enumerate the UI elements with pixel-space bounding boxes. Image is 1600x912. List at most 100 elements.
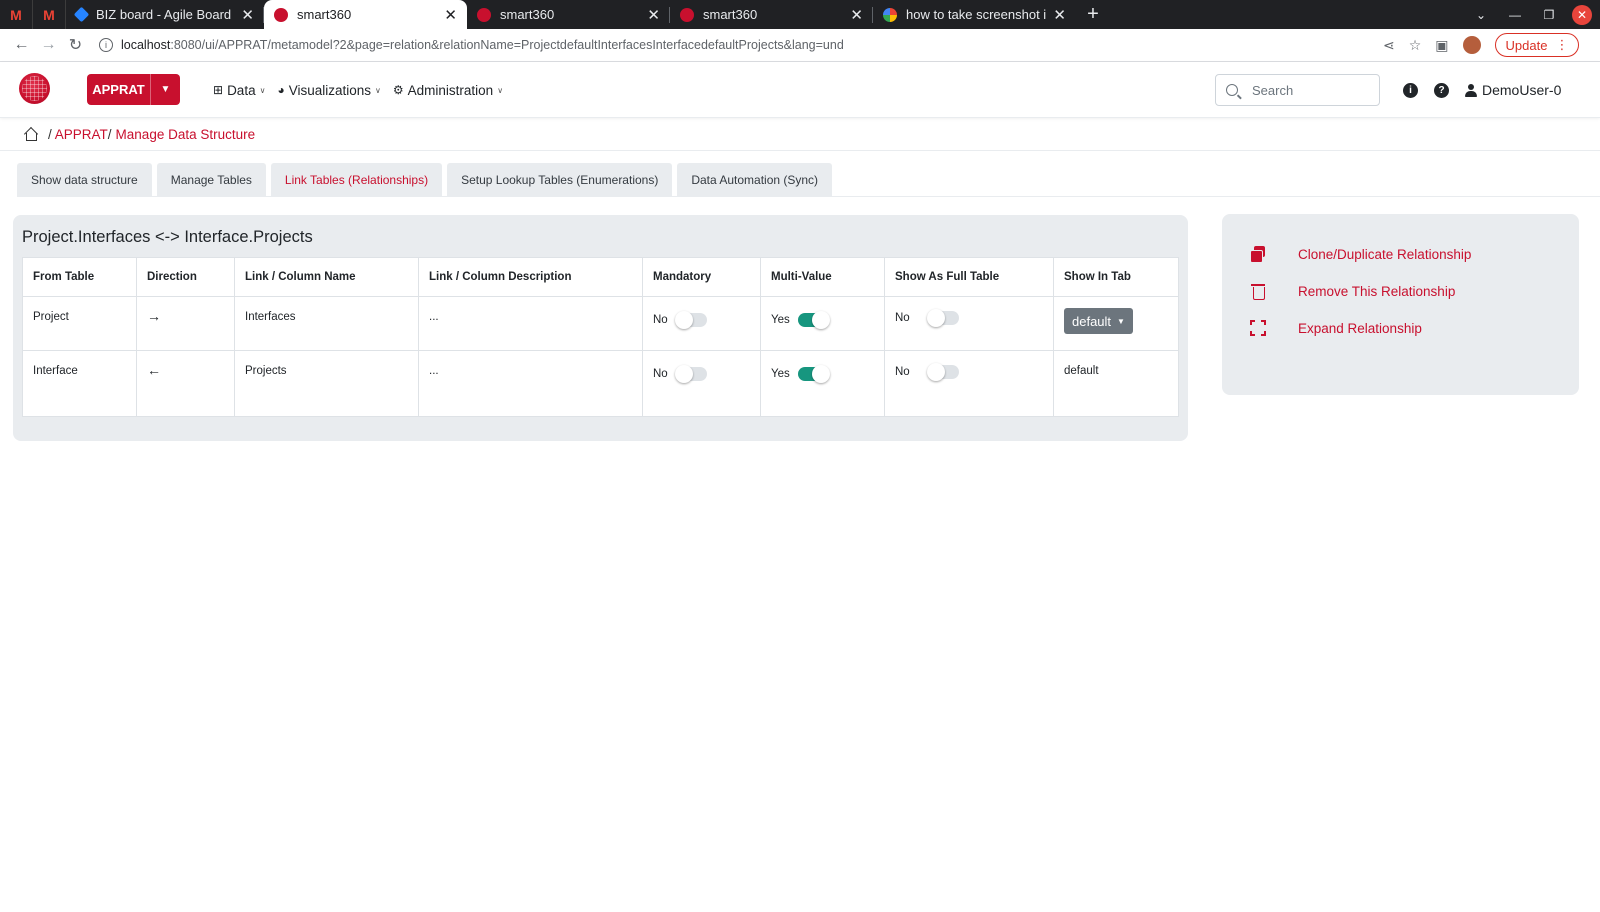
browser-tab-jira[interactable]: BIZ board - Agile Board - J ✕: [66, 0, 264, 29]
share-icon[interactable]: ⋖: [1383, 37, 1395, 54]
restore-icon[interactable]: ❐: [1532, 0, 1566, 29]
trash-icon: [1250, 283, 1266, 300]
dropdown-value: default: [1072, 313, 1112, 329]
app-switcher-button[interactable]: APPRAT ▼: [87, 74, 180, 105]
column-header: Link / Column Description: [418, 257, 643, 297]
chevron-down-icon: ∨: [497, 85, 504, 95]
link-name-cell[interactable]: Projects: [234, 350, 419, 417]
show-in-tab-cell: default: [1053, 350, 1179, 417]
browser-tab-strip: M M BIZ board - Agile Board - J ✕ smart3…: [0, 0, 1600, 29]
profile-avatar[interactable]: [1462, 36, 1481, 54]
info-icon[interactable]: i: [1403, 82, 1418, 98]
from-table-cell: Project: [22, 296, 137, 351]
table-header-row: From Table Direction Link / Column Name …: [22, 257, 1179, 297]
toggle-switch[interactable]: [797, 311, 830, 329]
table-row: Interface ← Projects ... No Yes No defau…: [22, 350, 1179, 417]
column-header: Mandatory: [642, 257, 761, 297]
clone-icon: [1250, 246, 1266, 263]
side-panel-icon[interactable]: ▣: [1435, 37, 1448, 54]
tab-show-data-structure[interactable]: Show data structure: [17, 163, 152, 196]
full-table-toggle[interactable]: No: [895, 309, 959, 327]
toggle-switch[interactable]: [926, 363, 959, 381]
link-description-cell[interactable]: ...: [418, 296, 643, 351]
menu-label: Data: [227, 82, 256, 98]
gmail-pinned-tab-2[interactable]: M: [33, 0, 66, 29]
close-icon[interactable]: ✕: [647, 6, 660, 24]
toggle-switch[interactable]: [674, 365, 707, 383]
kebab-menu-icon: ⋮: [1555, 37, 1569, 52]
tab-link-tables[interactable]: Link Tables (Relationships): [270, 163, 443, 196]
window-controls: ⌄ — ❐ ✕: [1464, 0, 1600, 29]
chevron-down-icon[interactable]: ▼: [150, 74, 180, 105]
remove-relationship-action[interactable]: Remove This Relationship: [1250, 283, 1456, 300]
search-input[interactable]: [1252, 82, 1362, 98]
tab-setup-lookup-tables[interactable]: Setup Lookup Tables (Enumerations): [447, 163, 673, 196]
toggle-switch[interactable]: [797, 365, 830, 383]
update-button[interactable]: Update ⋮: [1494, 33, 1580, 57]
browser-tab-smart360-active[interactable]: smart360 ✕: [264, 0, 467, 29]
mandatory-toggle[interactable]: No: [653, 365, 707, 383]
relationship-card: Project.Interfaces <-> Interface.Project…: [13, 215, 1188, 441]
clone-relationship-action[interactable]: Clone/Duplicate Relationship: [1250, 246, 1471, 263]
smart360-logo[interactable]: [19, 73, 50, 104]
close-icon[interactable]: ✕: [444, 6, 457, 24]
browser-tab-google[interactable]: how to take screenshot in ✕: [873, 0, 1076, 29]
close-icon[interactable]: ✕: [241, 6, 254, 24]
forward-arrow-icon[interactable]: →: [35, 36, 62, 54]
toggle-switch[interactable]: [674, 311, 707, 329]
minimize-icon[interactable]: —: [1498, 0, 1532, 29]
full-table-cell: No: [884, 296, 1054, 351]
divider: [17, 196, 1600, 197]
new-tab-button[interactable]: +: [1076, 0, 1110, 29]
smart360-icon: [680, 7, 694, 22]
action-label: Expand Relationship: [1298, 320, 1422, 336]
browser-tab-smart360[interactable]: smart360 ✕: [467, 0, 670, 29]
browser-tab-smart360-2[interactable]: smart360 ✕: [670, 0, 873, 29]
menu-visualizations[interactable]: ◕ Visualizations ∨: [277, 83, 380, 98]
link-name-cell[interactable]: Interfaces: [234, 296, 419, 351]
close-icon[interactable]: ✕: [1053, 6, 1066, 24]
column-header: Show As Full Table: [884, 257, 1054, 297]
toggle-switch[interactable]: [926, 309, 959, 327]
breadcrumb-page-link[interactable]: Manage Data Structure: [116, 127, 256, 142]
chevron-down-icon[interactable]: ⌄: [1464, 0, 1498, 29]
full-table-toggle[interactable]: No: [895, 363, 959, 381]
back-arrow-icon[interactable]: ←: [8, 36, 35, 54]
close-window-icon[interactable]: ✕: [1572, 4, 1592, 25]
show-in-tab-dropdown[interactable]: default ▼: [1064, 308, 1133, 334]
menu-label: Visualizations: [288, 82, 372, 98]
url-field[interactable]: i localhost:8080/ui/APPRAT/metamodel?2&p…: [99, 31, 1369, 59]
gmail-icon: M: [10, 6, 22, 23]
gmail-pinned-tab[interactable]: M: [0, 0, 33, 29]
smart360-icon: [274, 7, 288, 22]
star-icon[interactable]: ☆: [1409, 37, 1422, 54]
multi-value-toggle[interactable]: Yes: [771, 311, 830, 329]
tab-manage-tables[interactable]: Manage Tables: [156, 163, 266, 196]
user-menu[interactable]: DemoUser-0: [1465, 82, 1561, 98]
pie-chart-icon: ◕: [277, 83, 285, 97]
column-header: Link / Column Name: [234, 257, 419, 297]
breadcrumb-app-link[interactable]: APPRAT: [55, 127, 108, 142]
toggle-label: No: [653, 314, 668, 326]
address-bar: ← → ↻ i localhost:8080/ui/APPRAT/metamod…: [0, 29, 1600, 62]
help-icon[interactable]: ?: [1434, 82, 1449, 98]
menu-data[interactable]: ⊞ Data ∨: [213, 83, 265, 98]
menu-administration[interactable]: ⚙ Administration ∨: [393, 83, 503, 98]
expand-relationship-action[interactable]: Expand Relationship: [1249, 319, 1422, 337]
multi-value-toggle[interactable]: Yes: [771, 365, 830, 383]
show-in-tab-cell: default ▼: [1053, 296, 1179, 351]
toggle-label: Yes: [771, 368, 790, 380]
mandatory-toggle[interactable]: No: [653, 311, 707, 329]
column-header: Multi-Value: [760, 257, 885, 297]
smart360-icon: [477, 7, 491, 22]
app-navbar: APPRAT ▼ ⊞ Data ∨ ◕ Visualizations ∨ ⚙ A…: [0, 62, 1600, 118]
reload-icon[interactable]: ↻: [62, 35, 89, 55]
action-label: Remove This Relationship: [1298, 283, 1456, 299]
home-icon[interactable]: [24, 128, 38, 141]
page-tabs: Show data structure Manage Tables Link T…: [17, 163, 833, 196]
link-description-cell[interactable]: ...: [418, 350, 643, 417]
site-info-icon[interactable]: i: [99, 38, 113, 52]
breadcrumb-separator: /: [107, 126, 112, 142]
tab-data-automation[interactable]: Data Automation (Sync): [677, 163, 833, 196]
close-icon[interactable]: ✕: [850, 6, 863, 24]
